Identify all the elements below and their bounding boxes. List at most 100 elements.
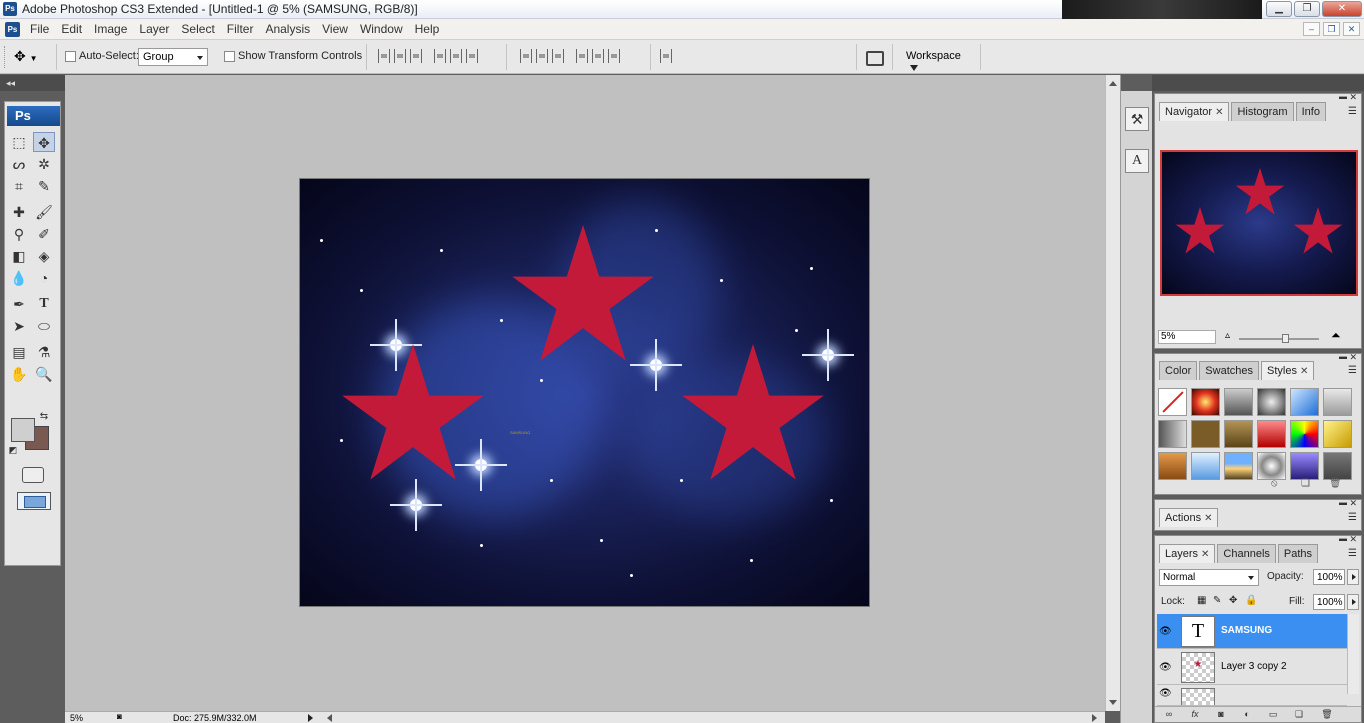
style-none-swatch[interactable] [1158, 388, 1187, 416]
style-swatch[interactable] [1224, 388, 1253, 416]
doc-app-icon[interactable]: Ps [5, 22, 20, 37]
notes-icon[interactable]: ▤ [8, 342, 30, 362]
default-colors-icon[interactable]: ◩ [7, 444, 19, 456]
layer-row-layer3copy2[interactable]: 👁 ★ Layer 3 copy 2 [1157, 650, 1347, 685]
style-swatch[interactable] [1158, 420, 1187, 448]
menu-edit[interactable]: Edit [61, 22, 90, 36]
eye-icon[interactable]: 👁 [1159, 662, 1173, 673]
screen-mode-button[interactable] [17, 492, 51, 510]
red-star[interactable] [508, 225, 658, 365]
auto-select-checkbox[interactable] [65, 51, 76, 62]
style-swatch[interactable] [1257, 452, 1286, 480]
type-icon[interactable]: T [33, 294, 55, 314]
panel-minimize-icon[interactable]: ▬ [1339, 498, 1347, 507]
style-swatch[interactable] [1224, 420, 1253, 448]
canvas-area[interactable]: SAMSUNG [65, 75, 1105, 711]
history-brush-icon[interactable]: ✐ [33, 224, 55, 244]
minimize-button[interactable]: ▁ [1266, 1, 1292, 17]
fill-slider-button[interactable] [1347, 594, 1359, 610]
lock-all-icon[interactable]: 🔒 [1245, 595, 1257, 606]
tab-histogram[interactable]: Histogram [1231, 102, 1294, 121]
layers-scrollbar[interactable] [1347, 614, 1359, 694]
style-swatch[interactable] [1323, 420, 1352, 448]
layer-style-icon[interactable]: fx [1189, 709, 1201, 720]
ellipse-icon[interactable]: ⬭ [33, 316, 55, 336]
bridge-icon[interactable] [864, 47, 886, 67]
style-swatch[interactable] [1323, 452, 1352, 480]
layer-mask-icon[interactable]: ◙ [1215, 709, 1227, 720]
clone-stamp-icon[interactable]: ⚲ [8, 224, 30, 244]
panel-menu-icon[interactable]: ☰ [1348, 548, 1357, 559]
tool-preset-picker[interactable]: ✥ ▼ [14, 48, 50, 66]
tab-navigator[interactable]: Navigator ✕ [1159, 102, 1230, 121]
menu-analysis[interactable]: Analysis [265, 22, 318, 36]
panel-close-icon[interactable]: ✕ [1349, 92, 1357, 103]
delete-layer-icon[interactable]: 🗑 [1321, 709, 1333, 720]
align-vcenter-icon[interactable] [394, 49, 406, 63]
new-layer-icon[interactable]: ❏ [1293, 709, 1305, 720]
character-panel-icon[interactable]: A [1125, 149, 1149, 173]
zoom-out-icon[interactable]: ▵ [1225, 330, 1230, 341]
paint-bucket-icon[interactable]: ◈ [33, 246, 55, 266]
style-swatch[interactable] [1290, 388, 1319, 416]
slider-knob[interactable] [1282, 334, 1289, 343]
blend-mode-dropdown[interactable]: Normal [1159, 569, 1259, 586]
tab-paths[interactable]: Paths [1277, 544, 1319, 563]
tool-presets-icon[interactable]: ⚒ [1125, 107, 1149, 131]
layer-row-partial[interactable]: 👁 [1157, 686, 1347, 706]
scroll-up-icon[interactable] [1109, 81, 1117, 86]
swap-colors-icon[interactable]: ⇆ [37, 410, 51, 424]
vertical-scrollbar[interactable] [1105, 75, 1120, 711]
auto-select-dropdown[interactable]: Group [138, 48, 208, 66]
navigator-zoom-field[interactable]: 5% [1158, 330, 1216, 344]
menu-window[interactable]: Window [360, 22, 411, 36]
collapse-arrows-icon[interactable] [1121, 75, 1153, 91]
move-icon[interactable]: ✥ [33, 132, 55, 152]
show-transform-checkbox[interactable] [224, 51, 235, 62]
slice-icon[interactable]: ✎ [33, 176, 55, 196]
menu-image[interactable]: Image [94, 22, 135, 36]
menu-view[interactable]: View [322, 22, 356, 36]
style-swatch[interactable] [1257, 420, 1286, 448]
pen-icon[interactable]: ✒ [8, 294, 30, 314]
style-swatch[interactable] [1191, 420, 1220, 448]
zoom-in-icon[interactable]: ⏶ [1331, 328, 1341, 343]
menu-file[interactable]: File [30, 22, 57, 36]
lock-image-icon[interactable]: ✎ [1213, 595, 1221, 606]
auto-align-layers-icon[interactable] [660, 49, 672, 63]
menu-layer[interactable]: Layer [139, 22, 177, 36]
dodge-icon[interactable]: ◔ [33, 268, 55, 288]
distribute-bottom-icon[interactable] [552, 49, 564, 63]
marquee-icon[interactable]: ⬚ [8, 132, 30, 152]
workspace-button[interactable]: Workspace [898, 46, 978, 72]
zoom-icon[interactable]: 🔍 [33, 364, 55, 384]
panel-close-icon[interactable]: ✕ [1349, 534, 1357, 545]
link-layers-icon[interactable]: ∞ [1163, 709, 1175, 720]
hand-icon[interactable]: ✋ [8, 364, 30, 384]
style-swatch[interactable] [1191, 388, 1220, 416]
panel-close-icon[interactable]: ✕ [1349, 498, 1357, 509]
close-icon[interactable]: ✕ [1201, 549, 1209, 560]
tab-info[interactable]: Info [1295, 102, 1326, 121]
eye-icon[interactable]: 👁 [1159, 626, 1173, 637]
tab-channels[interactable]: Channels [1217, 544, 1276, 563]
eraser-icon[interactable]: ◧ [8, 246, 30, 266]
lasso-icon[interactable]: ᔕ [8, 154, 30, 174]
clear-style-icon[interactable]: ⦸ [1271, 478, 1278, 489]
style-swatch[interactable] [1158, 452, 1187, 480]
eye-icon[interactable]: 👁 [1159, 688, 1173, 699]
panel-minimize-icon[interactable]: ▬ [1339, 352, 1347, 361]
panel-menu-icon[interactable]: ☰ [1348, 106, 1357, 117]
distribute-top-icon[interactable] [520, 49, 532, 63]
tab-actions[interactable]: Actions ✕ [1159, 508, 1219, 527]
align-right-icon[interactable] [466, 49, 478, 63]
red-star[interactable] [338, 344, 488, 484]
close-button[interactable]: ✕ [1322, 1, 1362, 17]
path-selection-icon[interactable]: ➤ [8, 316, 30, 336]
scroll-left-icon[interactable] [327, 714, 332, 722]
crop-icon[interactable]: ⌗ [8, 176, 30, 196]
doc-restore-button[interactable]: ❐ [1323, 22, 1340, 36]
doc-close-button[interactable]: ✕ [1343, 22, 1360, 36]
red-star[interactable] [678, 344, 828, 484]
options-grip[interactable] [4, 46, 7, 68]
